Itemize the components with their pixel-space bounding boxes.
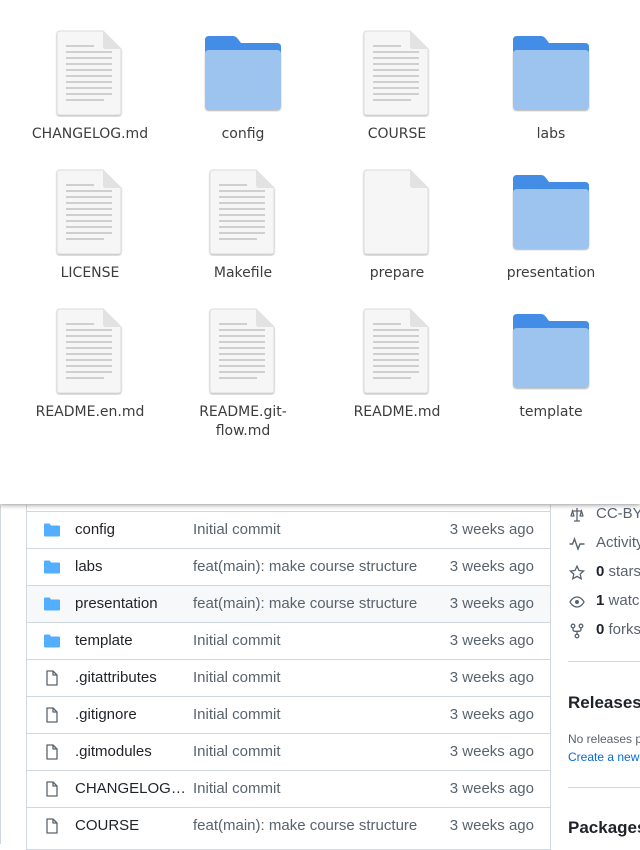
document-icon <box>54 307 126 395</box>
commit-message-link[interactable]: feat(main): make course structure <box>193 558 417 575</box>
file-name-link[interactable]: presentation <box>75 595 187 612</box>
folder-icon <box>43 522 61 538</box>
commit-age: 3 weeks ago <box>449 632 534 649</box>
file-icon <box>43 670 61 686</box>
file-name-link[interactable]: .gitattributes <box>75 669 187 686</box>
file-tile-label: LICENSE <box>60 265 120 281</box>
fork-icon <box>570 623 584 639</box>
folder-icon <box>43 596 61 612</box>
file-tile-label: README.md <box>353 404 441 420</box>
commit-age: 3 weeks ago <box>449 669 534 686</box>
commit-message-link[interactable]: feat(main): make course structure <box>193 595 417 612</box>
activity-label: Activity <box>596 534 640 551</box>
folder-icon <box>511 171 589 259</box>
file-tile-label: README.git- flow.md <box>199 404 287 439</box>
table-row[interactable]: template Initial commit 3 weeks ago <box>27 622 550 659</box>
table-row[interactable]: presentation feat(main): make course stru… <box>27 585 550 622</box>
commit-age: 3 weeks ago <box>449 521 534 538</box>
file-name-link[interactable]: CHANGELOG.md <box>75 780 187 797</box>
watchers-count: 1 <box>596 592 605 609</box>
stars-label: stars <box>608 563 640 580</box>
file-icon <box>43 707 61 723</box>
folder-icon <box>43 633 61 649</box>
stars-count: 0 <box>596 563 605 580</box>
create-release-link[interactable]: Create a new release <box>568 750 640 764</box>
repo-file-table: config Initial commit 3 weeks ago labs feat(… <box>26 505 551 850</box>
file-name-link[interactable]: labs <box>75 558 187 575</box>
commit-age: 3 weeks ago <box>449 595 534 612</box>
file-name-link[interactable]: .gitmodules <box>75 743 187 760</box>
commit-message-link[interactable]: feat(main): make course structure <box>193 817 417 834</box>
sidebar-divider <box>568 661 640 662</box>
eye-icon <box>569 596 585 608</box>
table-row[interactable]: CHANGELOG.md Initial commit 3 weeks ago <box>27 770 550 807</box>
pulse-icon <box>569 537 585 551</box>
file-tile-label: COURSE <box>367 126 427 142</box>
file-icon <box>43 818 61 834</box>
commit-age: 3 weeks ago <box>449 743 534 760</box>
commit-age: 3 weeks ago <box>449 706 534 723</box>
table-row[interactable]: COURSE feat(main): make course structure 3… <box>27 807 550 844</box>
file-name-link[interactable]: COURSE <box>75 817 187 834</box>
file-name-link[interactable]: .gitignore <box>75 706 187 723</box>
page-divider <box>0 505 1 844</box>
packages-heading[interactable]: Packages <box>568 818 640 838</box>
folder-icon <box>511 310 589 398</box>
table-row[interactable]: .gitmodules Initial commit 3 weeks ago <box>27 733 550 770</box>
file-tile-label: template <box>519 404 583 420</box>
file-name-link[interactable]: template <box>75 632 187 649</box>
document-icon <box>361 307 433 395</box>
file-tile-label: prepare <box>369 265 425 281</box>
commit-message-link[interactable]: Initial commit <box>193 706 281 723</box>
document-icon <box>207 307 279 395</box>
file-tile-label: CHANGELOG.md <box>31 126 149 142</box>
file-tile-label: Makefile <box>213 265 273 281</box>
commit-message-link[interactable]: Initial commit <box>193 743 281 760</box>
table-row[interactable]: labs feat(main): make course structure 3 w… <box>27 548 550 585</box>
star-icon <box>568 565 586 580</box>
document-icon <box>54 168 126 256</box>
commit-age: 3 weeks ago <box>449 817 534 834</box>
document-icon <box>207 168 279 256</box>
commit-message-link[interactable]: Initial commit <box>193 780 281 797</box>
file-tile-label: labs <box>536 126 566 142</box>
file-tile-label: config <box>221 126 265 142</box>
commit-message-link[interactable]: Initial commit <box>193 669 281 686</box>
commit-message-link[interactable]: Initial commit <box>193 632 281 649</box>
commit-age: 3 weeks ago <box>449 558 534 575</box>
forks-count: 0 <box>596 621 605 638</box>
document-icon <box>361 29 433 117</box>
folder-icon <box>43 559 61 575</box>
table-row[interactable]: .gitattributes Initial commit 3 weeks ago <box>27 659 550 696</box>
table-row[interactable]: .gitignore Initial commit 3 weeks ago <box>27 696 550 733</box>
table-row[interactable]: config Initial commit 3 weeks ago <box>27 511 550 548</box>
sidebar-divider <box>568 787 640 788</box>
commit-message-link[interactable]: Initial commit <box>193 521 281 538</box>
file-tile-label: README.en.md <box>35 404 145 420</box>
license-label: CC-BY-SA-4.0 <box>596 505 640 522</box>
watchers-label: watching <box>608 592 640 609</box>
folder-icon <box>203 32 281 120</box>
blank-file-icon <box>361 168 433 256</box>
law-icon <box>570 508 584 522</box>
commit-age: 3 weeks ago <box>449 780 534 797</box>
forks-label: forks <box>608 621 640 638</box>
releases-empty-text: No releases published <box>568 732 640 746</box>
file-name-link[interactable]: config <box>75 521 187 538</box>
releases-heading[interactable]: Releases <box>568 693 640 713</box>
file-tile-label: presentation <box>506 265 596 281</box>
file-manager-icon-grid: CHANGELOG.md config COURSE labs LICENSE Makef… <box>0 0 640 504</box>
repo-sidebar: CC-BY-SA-4.0 Activity 0 stars 1 watching <box>566 505 640 844</box>
document-icon <box>54 29 126 117</box>
folder-icon <box>511 32 589 120</box>
file-icon <box>43 744 61 760</box>
file-icon <box>43 781 61 797</box>
